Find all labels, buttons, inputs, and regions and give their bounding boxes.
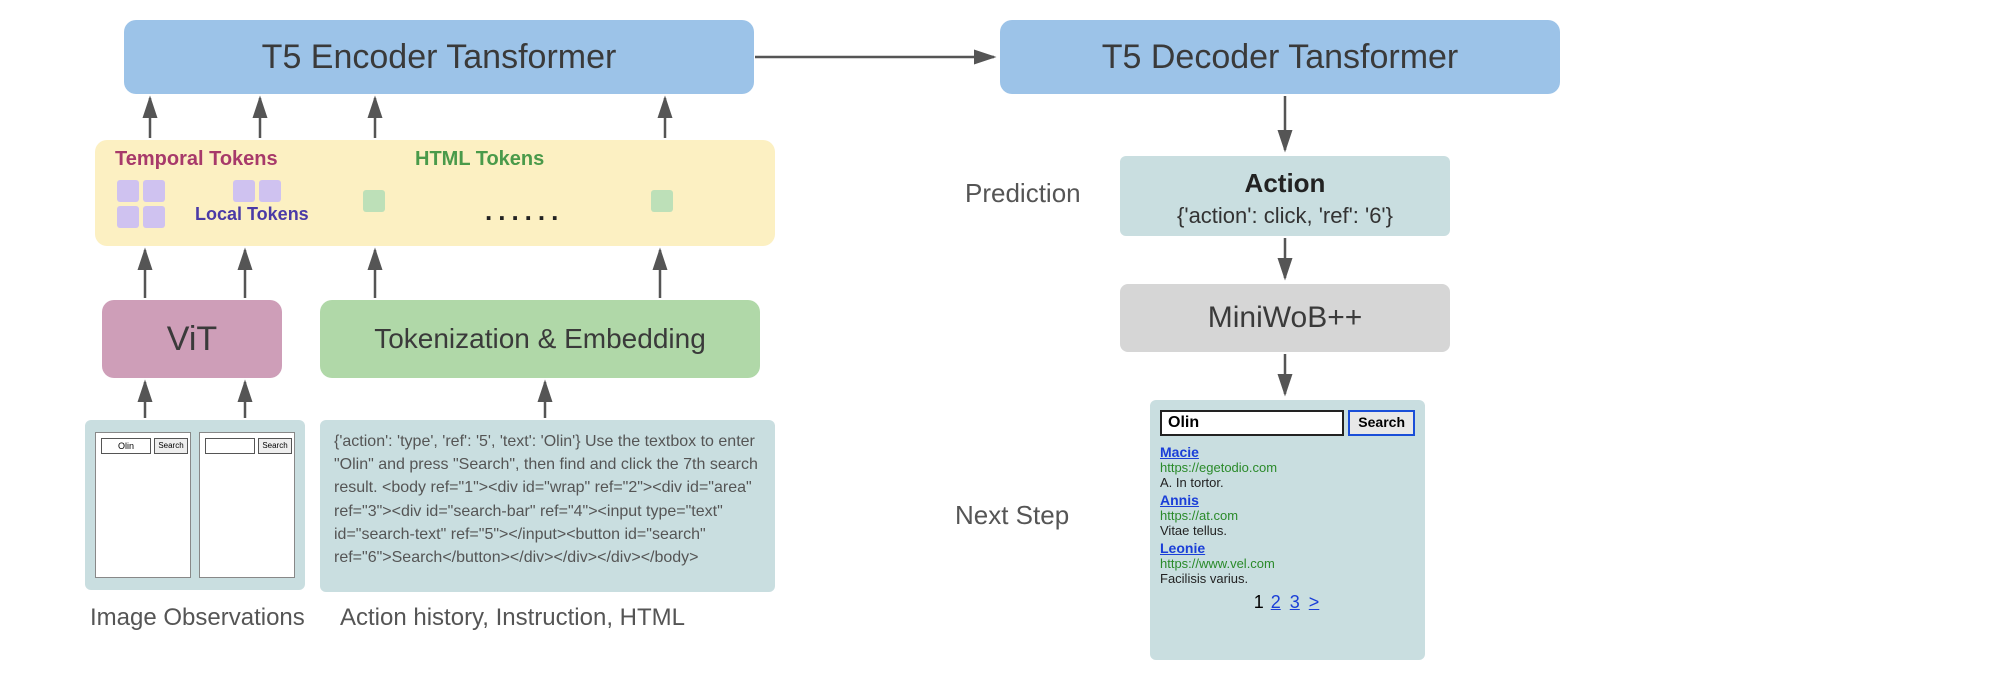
result-url: https://at.com [1160, 508, 1415, 523]
image-observations-caption: Image Observations [90, 604, 305, 632]
result-link[interactable]: Leonie [1160, 540, 1415, 556]
action-title: Action [1245, 168, 1326, 199]
miniwob-thumbnail: Olin Search [95, 432, 191, 578]
action-output: Action {'action': click, 'ref': '6'} [1120, 156, 1450, 236]
token-temporal [143, 180, 165, 202]
result-url: https://www.vel.com [1160, 556, 1415, 571]
temporal-tokens-label: Temporal Tokens [115, 148, 278, 171]
result-url: https://egetodio.com [1160, 460, 1415, 475]
token-local [143, 206, 165, 228]
next-step-label: Next Step [955, 500, 1069, 531]
encoder-title: T5 Encoder Tansformer [262, 38, 617, 77]
result-desc: A. In tortor. [1160, 475, 1415, 490]
token-html [363, 190, 385, 212]
result-item: Leonie https://www.vel.com Facilisis var… [1160, 540, 1415, 586]
result-item: Macie https://egetodio.com A. In tortor. [1160, 444, 1415, 490]
thumb-input: Olin [101, 438, 151, 454]
pager: 1 2 3 > [1160, 592, 1415, 613]
token-temporal [259, 180, 281, 202]
miniwob-results: Olin Search Macie https://egetodio.com A… [1150, 400, 1425, 660]
html-input-box: {'action': 'type', 'ref': '5', 'text': '… [320, 420, 775, 592]
results-search-input[interactable]: Olin [1160, 410, 1344, 436]
miniwob-thumbnail: Search [199, 432, 295, 578]
action-body: {'action': click, 'ref': '6'} [1177, 203, 1393, 229]
tokenization-embedding-block: Tokenization & Embedding [320, 300, 760, 378]
pager-next-icon[interactable]: > [1309, 592, 1320, 612]
html-input-text: {'action': 'type', 'ref': '5', 'text': '… [334, 433, 758, 566]
ellipsis-icon: ...... [485, 196, 564, 227]
thumb-search-button: Search [258, 438, 292, 454]
pager-link[interactable]: 2 [1271, 592, 1281, 612]
html-input-caption: Action history, Instruction, HTML [340, 604, 685, 632]
html-tokens-label: HTML Tokens [415, 148, 544, 171]
result-item: Annis https://at.com Vitae tellus. [1160, 492, 1415, 538]
result-link[interactable]: Annis [1160, 492, 1415, 508]
local-tokens-label: Local Tokens [195, 204, 309, 225]
token-temporal [117, 180, 139, 202]
image-observations: Olin Search Search [85, 420, 305, 590]
prediction-label: Prediction [965, 178, 1081, 209]
decoder-block: T5 Decoder Tansformer [1000, 20, 1560, 94]
result-desc: Facilisis varius. [1160, 571, 1415, 586]
result-link[interactable]: Macie [1160, 444, 1415, 460]
results-search-button[interactable]: Search [1348, 410, 1415, 436]
token-local [117, 206, 139, 228]
thumb-input [205, 438, 255, 454]
tokenization-embedding-label: Tokenization & Embedding [374, 323, 706, 355]
vit-label: ViT [167, 320, 217, 359]
decoder-title: T5 Decoder Tansformer [1102, 38, 1459, 77]
token-html [651, 190, 673, 212]
pager-link[interactable]: 3 [1290, 592, 1300, 612]
encoder-block: T5 Encoder Tansformer [124, 20, 754, 94]
result-desc: Vitae tellus. [1160, 523, 1415, 538]
tokens-container: Temporal Tokens Local Tokens HTML Tokens… [95, 140, 775, 246]
vit-block: ViT [102, 300, 282, 378]
miniwob-block: MiniWoB++ [1120, 284, 1450, 352]
miniwob-label: MiniWoB++ [1208, 301, 1363, 335]
pager-current: 1 [1254, 592, 1264, 612]
thumb-search-button: Search [154, 438, 188, 454]
token-temporal [233, 180, 255, 202]
